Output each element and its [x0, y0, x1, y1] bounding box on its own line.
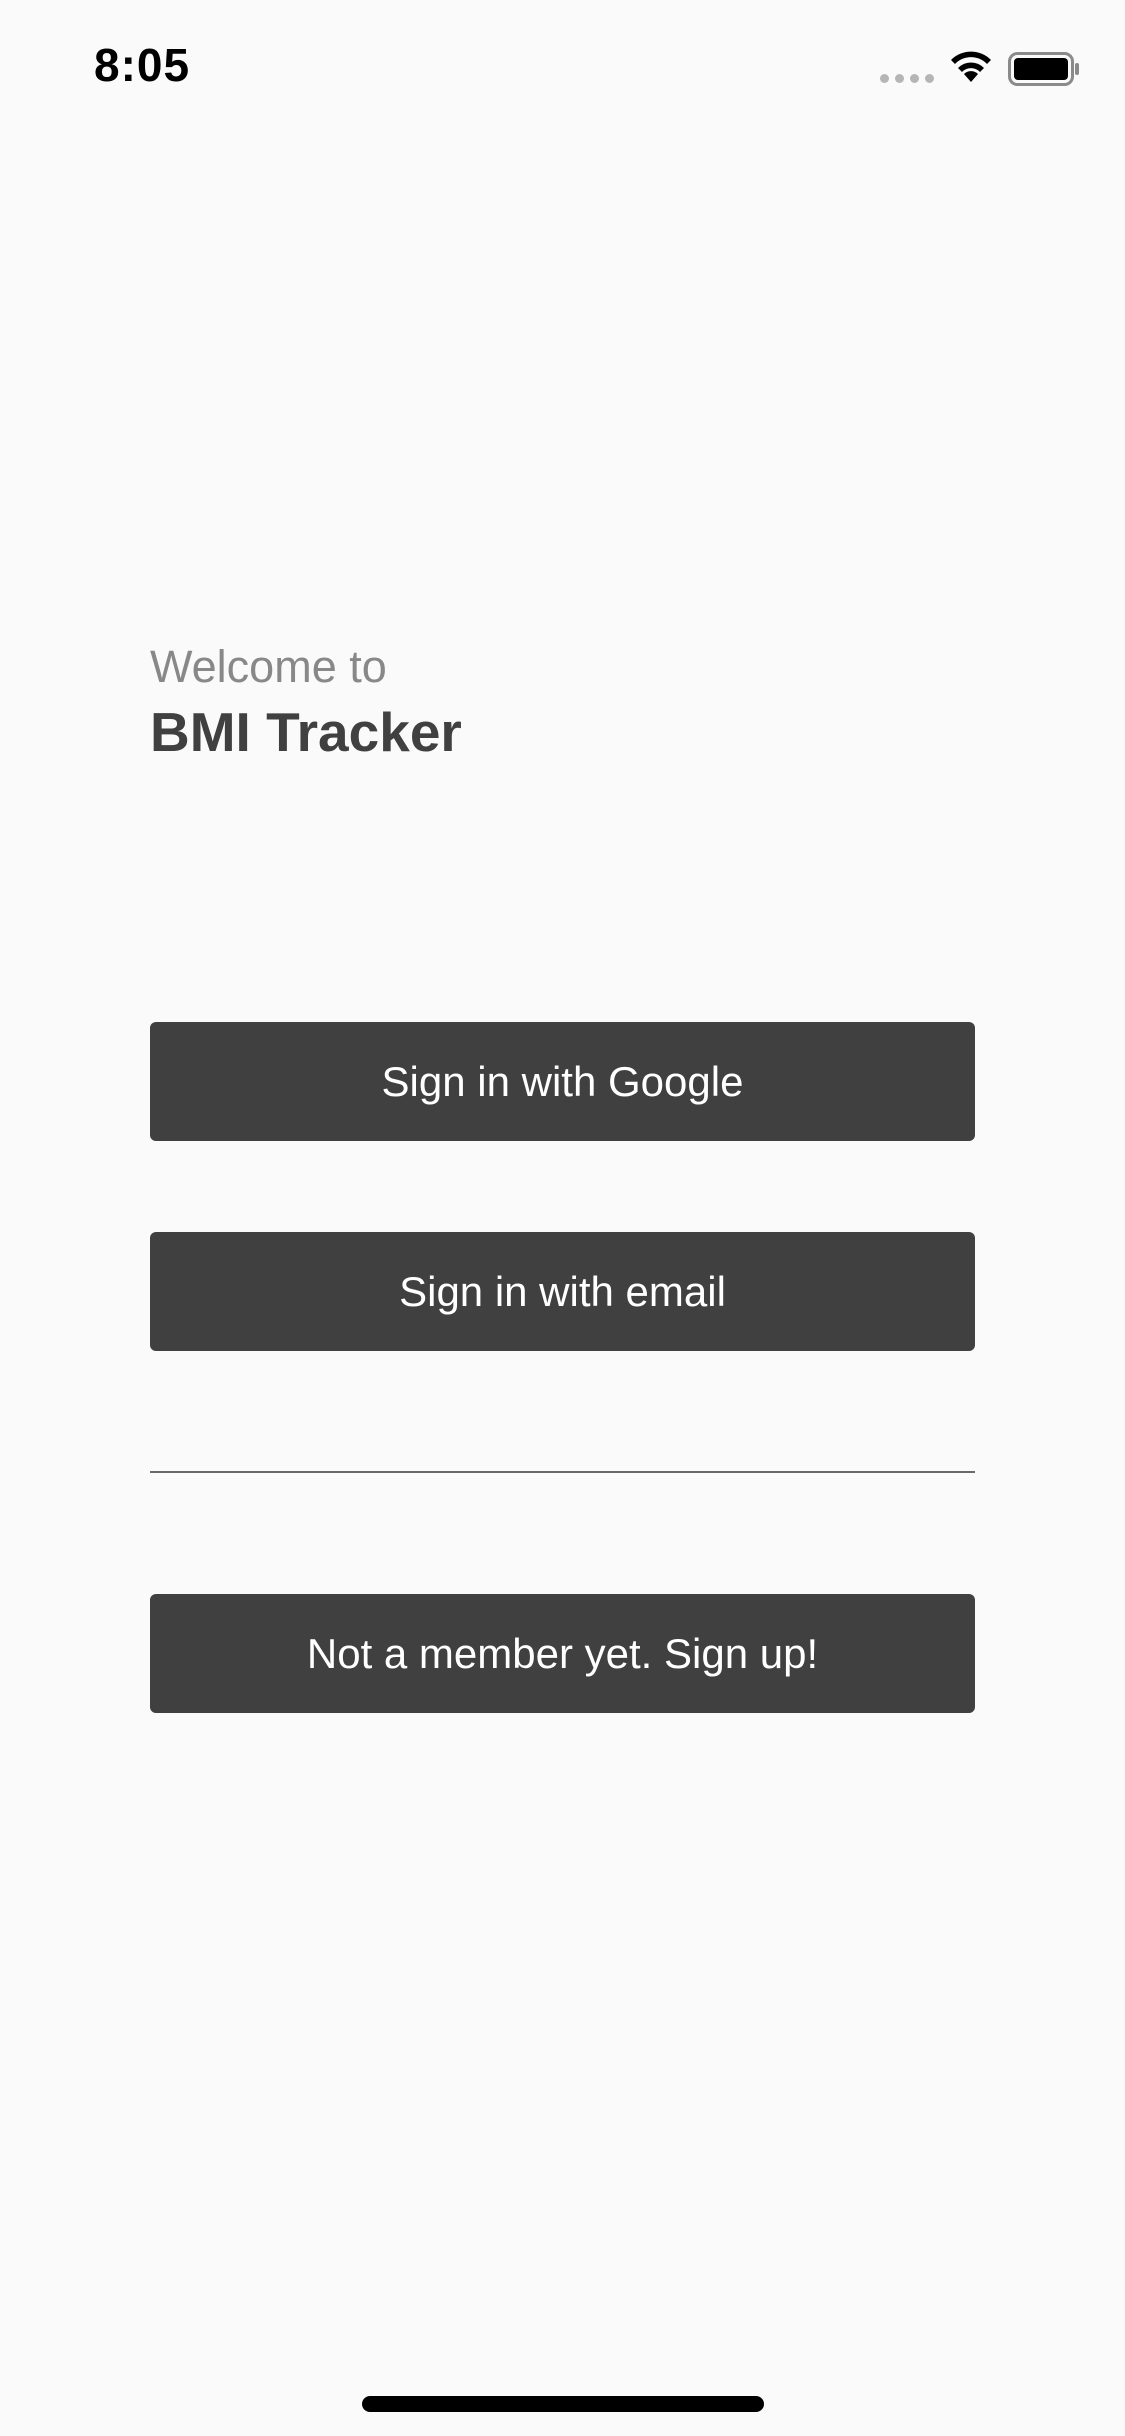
sign-up-button[interactable]: Not a member yet. Sign up!	[150, 1594, 975, 1713]
cellular-signal-icon	[880, 74, 934, 84]
sign-in-google-button[interactable]: Sign in with Google	[150, 1022, 975, 1141]
app-title: BMI Tracker	[150, 701, 462, 763]
battery-icon	[1008, 52, 1079, 86]
divider	[150, 1471, 975, 1473]
status-time: 8:05	[94, 39, 191, 91]
status-bar: 8:05	[0, 0, 1125, 132]
wifi-icon	[951, 51, 991, 82]
sign-in-email-button[interactable]: Sign in with email	[150, 1232, 975, 1351]
home-indicator[interactable]	[362, 2396, 764, 2412]
welcome-subtitle: Welcome to	[150, 641, 387, 692]
